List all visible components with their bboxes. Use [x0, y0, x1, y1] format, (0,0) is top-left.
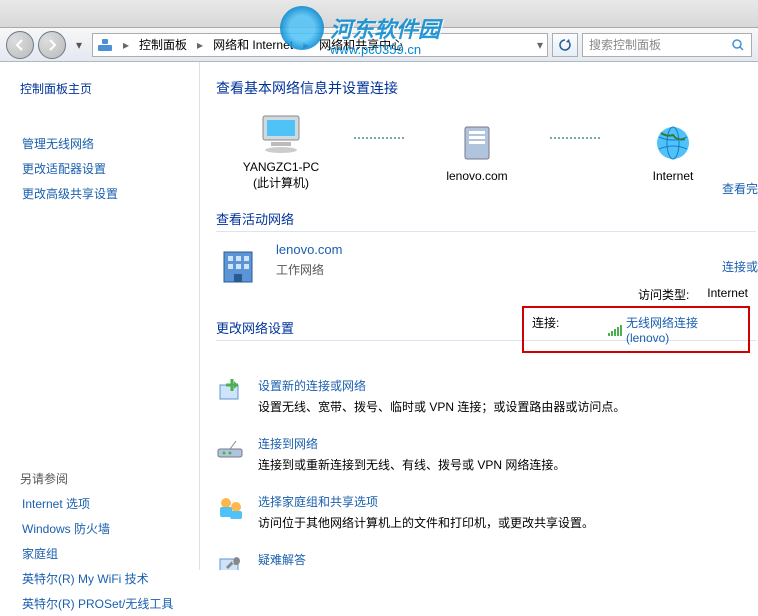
setting-desc: 设置无线、宽带、拨号、临时或 VPN 连接；或设置路由器或访问点。	[258, 398, 625, 415]
access-type-value: Internet	[707, 286, 748, 303]
network-building-icon	[216, 242, 262, 288]
see-also-intel-proset[interactable]: 英特尔(R) PROSet/无线工具	[0, 591, 199, 616]
server-icon	[453, 121, 501, 165]
search-icon	[731, 38, 745, 52]
setting-homegroup: 选择家庭组和共享选项 访问位于其他网络计算机上的文件和打印机，或更改共享设置。	[216, 493, 756, 531]
setting-title[interactable]: 选择家庭组和共享选项	[258, 493, 594, 510]
page-heading: 查看基本网络信息并设置连接	[216, 78, 758, 98]
setting-desc: 访问位于其他网络计算机上的文件和打印机，或更改共享设置。	[258, 514, 594, 531]
history-dropdown[interactable]: ▾	[70, 34, 88, 56]
see-also-firewall[interactable]: Windows 防火墙	[0, 516, 199, 541]
map-internet-name: Internet	[653, 169, 694, 183]
sidebar-link-wireless[interactable]: 管理无线网络	[0, 131, 199, 156]
setting-new-connection: 设置新的连接或网络 设置无线、宽带、拨号、临时或 VPN 连接；或设置路由器或访…	[216, 377, 756, 415]
computer-icon	[257, 112, 305, 156]
connection-highlight-box: 连接: 无线网络连接 (lenovo)	[522, 306, 750, 353]
see-also-homegroup[interactable]: 家庭组	[0, 541, 199, 566]
map-this-pc: YANGZC1-PC (此计算机)	[216, 112, 346, 191]
wizard-icon	[216, 377, 244, 405]
chevron-icon: ▸	[123, 38, 129, 52]
globe-icon	[649, 121, 697, 165]
see-also-internet-options[interactable]: Internet 选项	[0, 491, 199, 516]
setting-troubleshoot: 疑难解答 诊断并修复网络问题，或获得故障排除信息。	[216, 551, 756, 570]
network-icon	[97, 37, 113, 53]
signal-icon	[608, 324, 622, 336]
connector-line	[354, 137, 404, 139]
back-button[interactable]	[6, 31, 34, 59]
map-pc-name: YANGZC1-PC	[243, 160, 319, 174]
setting-connect-network: 连接到网络 连接到或重新连接到无线、有线、拨号或 VPN 网络连接。	[216, 435, 756, 473]
forward-button[interactable]	[38, 31, 66, 59]
search-input[interactable]: 搜索控制面板	[582, 33, 752, 57]
sidebar: 控制面板主页 管理无线网络 更改适配器设置 更改高级共享设置 另请参阅 Inte…	[0, 62, 200, 570]
active-network-type: 工作网络	[276, 261, 342, 278]
troubleshoot-icon	[216, 551, 244, 570]
window-titlebar	[0, 0, 758, 28]
breadcrumb-item[interactable]: 控制面板	[139, 36, 187, 53]
sidebar-link-sharing[interactable]: 更改高级共享设置	[0, 181, 199, 206]
refresh-button[interactable]	[552, 33, 578, 57]
active-network: lenovo.com 工作网络	[216, 242, 516, 288]
setting-desc: 连接到或重新连接到无线、有线、拨号或 VPN 网络连接。	[258, 456, 565, 473]
search-placeholder: 搜索控制面板	[589, 36, 661, 53]
active-network-name[interactable]: lenovo.com	[276, 242, 342, 257]
connection-label: 连接:	[532, 314, 590, 345]
chevron-icon: ▸	[197, 38, 203, 52]
chevron-icon: ▸	[303, 38, 309, 52]
active-networks-heading: 查看活动网络	[216, 209, 756, 232]
sidebar-title[interactable]: 控制面板主页	[0, 76, 199, 101]
connect-icon	[216, 435, 244, 463]
map-internet: Internet	[608, 121, 738, 183]
setting-title[interactable]: 设置新的连接或网络	[258, 377, 625, 394]
map-gateway: lenovo.com	[412, 121, 542, 183]
network-map: YANGZC1-PC (此计算机) lenovo.com Internet	[216, 112, 758, 191]
main-panel: 查看基本网络信息并设置连接 查看完 YANGZC1-PC (此计算机) leno…	[200, 62, 758, 570]
homegroup-icon	[216, 493, 244, 521]
setting-title[interactable]: 疑难解答	[258, 551, 498, 568]
breadcrumb-item[interactable]: 网络和共享中心	[319, 36, 403, 53]
connection-link[interactable]: 无线网络连接 (lenovo)	[626, 314, 740, 345]
see-also-title: 另请参阅	[0, 466, 199, 491]
map-gateway-name: lenovo.com	[446, 169, 507, 183]
sidebar-link-adapter[interactable]: 更改适配器设置	[0, 156, 199, 181]
access-type-row: 访问类型: Internet	[638, 286, 748, 303]
toolbar: ▾ ▸ 控制面板 ▸ 网络和 Internet ▸ 网络和共享中心 ▾ 搜索控制…	[0, 28, 758, 62]
see-full-map-link[interactable]: 查看完	[722, 180, 758, 197]
access-type-label: 访问类型:	[638, 286, 689, 303]
connector-line	[550, 137, 600, 139]
address-bar[interactable]: ▸ 控制面板 ▸ 网络和 Internet ▸ 网络和共享中心 ▾	[92, 33, 548, 57]
setting-title[interactable]: 连接到网络	[258, 435, 565, 452]
breadcrumb-item[interactable]: 网络和 Internet	[213, 36, 293, 53]
dropdown-icon[interactable]: ▾	[537, 38, 543, 52]
map-pc-sub: (此计算机)	[253, 174, 309, 191]
connect-disconnect-link[interactable]: 连接或	[722, 258, 758, 275]
